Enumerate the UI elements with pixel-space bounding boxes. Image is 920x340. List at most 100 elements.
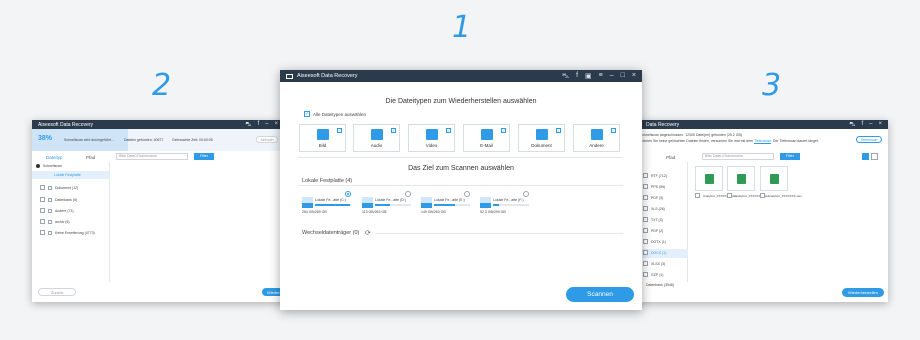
deep-scan-hint: Können Sie keine gelöschten Dateien find… — [640, 139, 840, 143]
type-checkbox[interactable]: ✓ — [611, 128, 616, 133]
pause-button[interactable]: Abbruch — [256, 136, 278, 143]
deep-scan-link[interactable]: Tiefenscan — [754, 139, 771, 143]
tree-item-label: archiv (6) — [55, 219, 70, 224]
type-checkbox[interactable]: ✓ — [337, 128, 342, 133]
select-all-types[interactable]: ✓ Alle Dateitypen auswählen — [304, 111, 366, 117]
item-checkbox[interactable] — [643, 217, 648, 222]
drive-usage-bar — [375, 204, 411, 206]
select-all-checkbox[interactable]: ✓ — [304, 111, 310, 117]
item-checkbox[interactable] — [727, 193, 732, 198]
item-checkbox[interactable] — [40, 197, 45, 202]
cart-icon[interactable]: ⛍ — [245, 121, 251, 129]
facebook-icon[interactable]: f — [576, 72, 578, 81]
item-checkbox[interactable] — [643, 173, 648, 178]
tree-root[interactable]: Schnellscan — [36, 164, 62, 168]
list-item-selected[interactable]: DOCX (1) — [643, 250, 666, 255]
minimize-icon[interactable]: – — [610, 72, 614, 81]
item-checkbox[interactable] — [643, 239, 648, 244]
list-item[interactable]: XLSX (3) — [643, 261, 665, 266]
tree-item[interactable]: Keine Erweiterung (4773) — [40, 230, 95, 235]
type-card-andere[interactable]: ✓ Andere — [573, 124, 620, 152]
cart-icon[interactable]: ⛍ — [562, 72, 569, 81]
file-thumbnail[interactable] — [695, 166, 723, 191]
close-icon[interactable]: × — [274, 121, 278, 129]
list-item-label: PDF (3) — [651, 195, 664, 200]
item-checkbox[interactable] — [760, 193, 765, 198]
list-item[interactable]: DOTX (1) — [643, 239, 666, 244]
close-icon[interactable]: × — [632, 72, 636, 81]
close-icon[interactable]: × — [878, 121, 882, 129]
recover-button[interactable]: Wiederherstellen — [842, 288, 884, 297]
tree-item[interactable]: Datenbank (6) — [40, 197, 77, 202]
type-card-video[interactable]: ✓ Video — [408, 124, 455, 152]
item-checkbox[interactable] — [643, 261, 648, 266]
grid-view-icon[interactable] — [862, 153, 869, 160]
search-input[interactable]: Bitte Datei-/Ordnername — [116, 153, 188, 160]
chat-icon[interactable]: ▣ — [585, 72, 592, 81]
file-thumbnail[interactable] — [727, 166, 755, 191]
tab-dateityp[interactable]: Dateityp — [46, 155, 63, 160]
drive-e[interactable]: Lokale Fe...atte (E:) 149 GB/263 GB — [421, 195, 473, 217]
app-title: Data Recovery — [646, 121, 680, 128]
type-checkbox[interactable]: ✓ — [556, 128, 561, 133]
facebook-icon[interactable]: f — [861, 121, 863, 129]
local-disk-label: Lokale Festplatte (4) — [302, 178, 353, 184]
menu-icon[interactable]: ≡ — [599, 72, 603, 81]
type-card-audio[interactable]: ✓ Audio — [353, 124, 400, 152]
list-item[interactable]: XLS (26) — [643, 206, 665, 211]
other-icon — [591, 129, 603, 140]
list-item-label: PDF (2) — [651, 228, 664, 233]
thumb-caption[interactable]: Analytics_XXXXXXX.xlsx — [760, 193, 802, 198]
tab-pfad[interactable]: Pfad — [666, 155, 675, 160]
list-item[interactable]: GZP (1) — [643, 272, 663, 277]
list-item[interactable]: Datenbank (3948) — [646, 283, 674, 287]
list-view-icon[interactable] — [871, 153, 878, 160]
item-checkbox[interactable] — [643, 206, 648, 211]
deep-scan-button[interactable]: Tiefenscan — [856, 136, 882, 143]
tree-item[interactable]: archiv (6) — [40, 219, 70, 224]
elapsed-time: Gebrauchte Zeit: 00:00:05 — [172, 138, 213, 142]
tree-folder-selected[interactable]: Lokale Festplatte — [32, 171, 110, 179]
item-checkbox[interactable] — [643, 272, 648, 277]
search-input[interactable]: Bitte Datei-/Ordnername — [702, 153, 774, 160]
tree-item[interactable]: Andere (73) — [40, 208, 73, 213]
tree-item-label: Datenbank (6) — [55, 197, 78, 202]
item-checkbox[interactable] — [643, 195, 648, 200]
type-checkbox[interactable]: ✓ — [391, 128, 396, 133]
drive-f[interactable]: Lokale Fe...atte (F:) 52.3 GB/299 GB — [480, 195, 532, 217]
item-checkbox[interactable] — [643, 228, 648, 233]
maximize-icon[interactable]: □ — [621, 72, 625, 81]
drive-d[interactable]: Lokale Fe...atte (D:) 113 GB/263 GB — [362, 195, 414, 217]
tab-pfad[interactable]: Pfad — [86, 155, 95, 160]
file-thumbnail[interactable] — [760, 166, 788, 191]
item-checkbox[interactable] — [643, 250, 648, 255]
filter-button[interactable]: Filter — [780, 153, 800, 160]
item-checkbox[interactable] — [643, 184, 648, 189]
list-item[interactable]: PPS (59) — [643, 184, 665, 189]
type-card-bild[interactable]: ✓ Bild — [299, 124, 346, 152]
type-card-email[interactable]: ✓ E-Mail — [463, 124, 510, 152]
tree-item[interactable]: Dokument (12) — [40, 185, 78, 190]
filter-button[interactable]: Filter — [194, 153, 214, 160]
scan-button[interactable]: Scannen — [566, 287, 634, 302]
list-item[interactable]: PDF (2) — [643, 228, 663, 233]
cart-icon[interactable]: ⛍ — [849, 121, 855, 129]
minimize-icon[interactable]: – — [265, 121, 268, 129]
item-checkbox[interactable] — [40, 219, 45, 224]
list-item[interactable]: RTF (712) — [643, 173, 667, 178]
item-checkbox[interactable] — [695, 193, 700, 198]
item-checkbox[interactable] — [40, 208, 45, 213]
facebook-icon[interactable]: f — [257, 121, 259, 129]
type-card-dokument[interactable]: ✓ Dokument — [518, 124, 565, 152]
list-item[interactable]: TXT (3) — [643, 217, 663, 222]
item-checkbox[interactable] — [40, 185, 45, 190]
list-item[interactable]: PDF (3) — [643, 195, 663, 200]
thumb-label: Analytics_XXXXXXX.xlsx — [768, 193, 802, 198]
type-checkbox[interactable]: ✓ — [446, 128, 451, 133]
item-checkbox[interactable] — [40, 230, 45, 235]
back-button[interactable]: Zurück — [38, 288, 76, 296]
refresh-icon[interactable]: ⟳ — [365, 229, 371, 237]
drive-c[interactable]: Lokale Fe...atte (C:) 264 GB/269 GB — [302, 195, 354, 217]
type-checkbox[interactable]: ✓ — [501, 128, 506, 133]
minimize-icon[interactable]: – — [869, 121, 872, 129]
